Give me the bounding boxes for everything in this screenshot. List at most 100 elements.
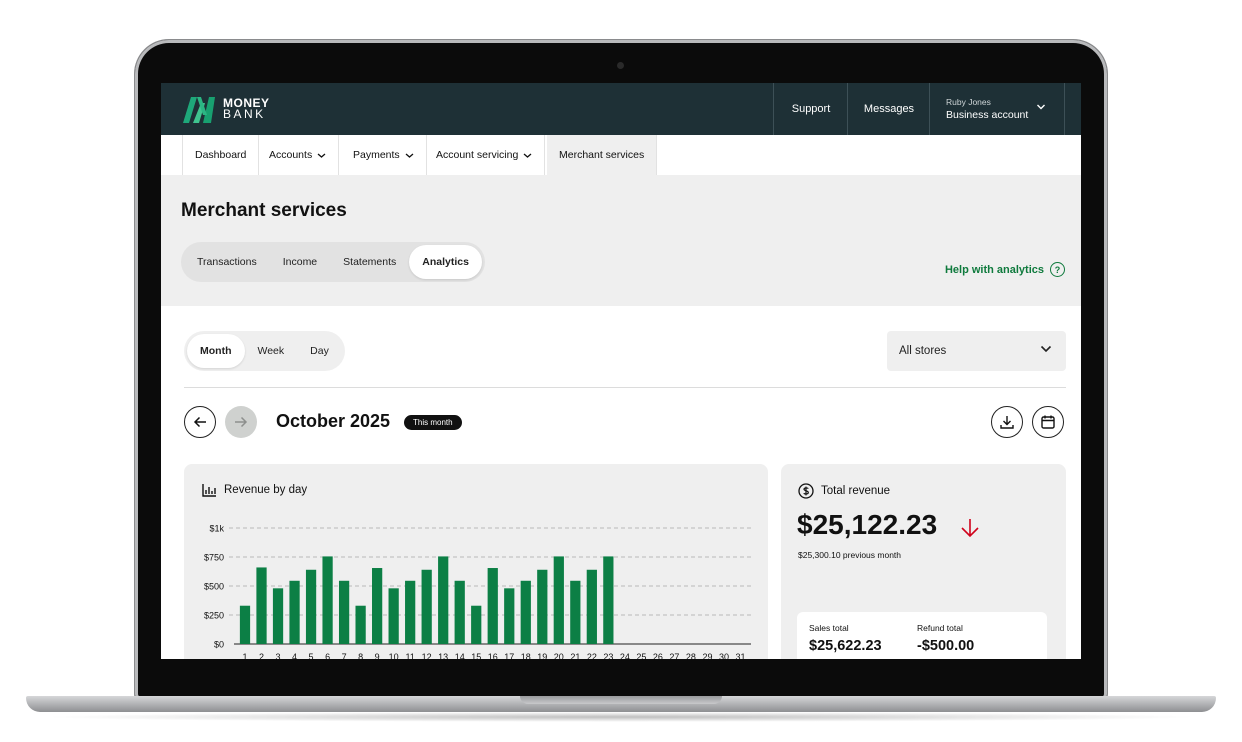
x-tick-label: 31 — [735, 652, 745, 659]
bar-day-13 — [438, 556, 449, 644]
y-tick-label: $0 — [214, 640, 224, 650]
brand-line-2: BANK — [223, 107, 266, 121]
laptop-notch — [520, 696, 722, 704]
next-month-button[interactable] — [225, 406, 257, 438]
sales-total-label: Sales total — [809, 623, 849, 633]
x-tick-label: 28 — [686, 652, 696, 659]
download-button[interactable] — [991, 406, 1023, 438]
account-switcher[interactable]: Ruby Jones Business account — [929, 83, 1065, 135]
nav-label: Dashboard — [195, 149, 247, 161]
bar-day-12 — [421, 569, 432, 644]
app-screen: MONEY BANK Support Messages Ruby Jones B… — [161, 83, 1081, 659]
bar-day-8 — [355, 605, 366, 644]
x-tick-label: 24 — [620, 652, 630, 659]
y-tick-label: $750 — [204, 553, 224, 563]
bar-chart-icon — [202, 484, 216, 497]
question-icon: ? — [1050, 262, 1065, 277]
period-day[interactable]: Day — [297, 334, 342, 368]
bar-day-4 — [289, 580, 300, 644]
x-tick-label: 23 — [603, 652, 613, 659]
x-tick-label: 13 — [438, 652, 448, 659]
bar-day-14 — [454, 580, 465, 644]
x-tick-label: 12 — [422, 652, 432, 659]
bar-day-3 — [272, 588, 284, 644]
x-tick-label: 30 — [719, 652, 729, 659]
x-tick-label: 5 — [309, 652, 314, 659]
nav-dashboard[interactable]: Dashboard — [182, 135, 260, 175]
chevron-down-icon — [405, 153, 414, 158]
bar-day-7 — [338, 580, 350, 644]
x-tick-label: 22 — [587, 652, 597, 659]
x-tick-label: 27 — [669, 652, 679, 659]
bar-day-23 — [603, 556, 614, 644]
x-tick-label: 8 — [358, 652, 363, 659]
bar-day-1 — [239, 605, 251, 644]
tab-transactions[interactable]: Transactions — [184, 245, 270, 279]
period-week[interactable]: Week — [245, 334, 298, 368]
y-tick-label: $1k — [209, 524, 224, 534]
bar-day-19 — [537, 569, 548, 644]
card-title: Total revenue — [798, 483, 890, 499]
top-bar: MONEY BANK Support Messages Ruby Jones B… — [161, 83, 1081, 135]
y-tick-label: $500 — [204, 582, 224, 592]
bar-day-21 — [570, 580, 581, 644]
x-tick-label: 4 — [292, 652, 297, 659]
nav-label: Account servicing — [436, 149, 519, 161]
revenue-card-title: Revenue by day — [224, 484, 308, 496]
bar-day-15 — [471, 605, 482, 644]
revenue-by-day-card: $0 $250 $500 $750 $1k 1 2 3 4 5 6 7 8 9 10 11 12 13 14 15 16… — [184, 464, 768, 659]
this-month-badge: This month — [404, 415, 462, 430]
money-bank-logo — [183, 97, 215, 123]
sales-total-value: $25,622.23 — [809, 638, 882, 654]
bar-day-17 — [504, 588, 515, 644]
nav-accounts[interactable]: Accounts — [257, 135, 340, 175]
trend-down-icon — [961, 519, 979, 538]
tab-analytics[interactable]: Analytics — [409, 245, 482, 279]
help-analytics-link[interactable]: Help with analytics ? — [945, 262, 1065, 277]
x-tick-label: 17 — [504, 652, 514, 659]
nav-label: Payments — [353, 149, 400, 161]
previous-month-total: $25,300.10 previous month — [798, 550, 902, 560]
nav-account-servicing[interactable]: Account servicing — [424, 135, 546, 175]
refund-total-label: Refund total — [917, 623, 963, 633]
x-tick-label: 20 — [554, 652, 564, 659]
total-revenue-card: Total revenue $25,122.23 $25,300.10 prev… — [781, 464, 1066, 659]
x-tick-label: 14 — [455, 652, 465, 659]
tab-income[interactable]: Income — [270, 245, 330, 279]
x-tick-label: 25 — [636, 652, 646, 659]
messages-button[interactable]: Messages — [847, 83, 930, 135]
x-tick-label: 3 — [276, 652, 281, 659]
page-title: Merchant services — [181, 200, 347, 221]
store-select[interactable]: All stores — [887, 331, 1066, 371]
card-title: Revenue by day — [202, 483, 307, 497]
nav-payments[interactable]: Payments — [341, 135, 427, 175]
user-name: Ruby Jones — [946, 97, 991, 107]
calendar-button[interactable] — [1032, 406, 1064, 438]
bar-day-16 — [487, 568, 498, 644]
bar-day-2 — [256, 567, 267, 644]
bar-day-9 — [372, 568, 383, 644]
store-select-value: All stores — [899, 345, 947, 357]
help-link-label: Help with analytics — [944, 263, 1044, 276]
period-month[interactable]: Month — [187, 334, 245, 368]
tab-statements[interactable]: Statements — [330, 245, 409, 279]
total-revenue-value: $25,122.23 — [797, 509, 938, 540]
arrow-right-icon — [235, 416, 248, 428]
nav-merchant-services[interactable]: Merchant services — [547, 135, 658, 175]
x-tick-label: 9 — [375, 652, 380, 659]
x-tick-label: 26 — [653, 652, 663, 659]
totals-breakdown: Sales total $25,622.23 Refund total -$50… — [797, 612, 1047, 659]
x-tick-label: 10 — [389, 652, 399, 659]
chevron-down-icon — [1037, 104, 1045, 110]
x-tick-label: 6 — [325, 652, 330, 659]
chevron-down-icon — [1040, 345, 1052, 353]
x-tick-label: 15 — [471, 652, 481, 659]
bar-day-5 — [305, 569, 317, 644]
x-tick-label: 7 — [342, 652, 347, 659]
x-tick-label: 11 — [405, 652, 414, 659]
previous-month-button[interactable] — [184, 406, 216, 438]
x-tick-label: 18 — [521, 652, 531, 659]
support-button[interactable]: Support — [773, 83, 848, 135]
x-tick-label: 1 — [242, 652, 247, 659]
nav-label: Merchant services — [559, 149, 645, 161]
